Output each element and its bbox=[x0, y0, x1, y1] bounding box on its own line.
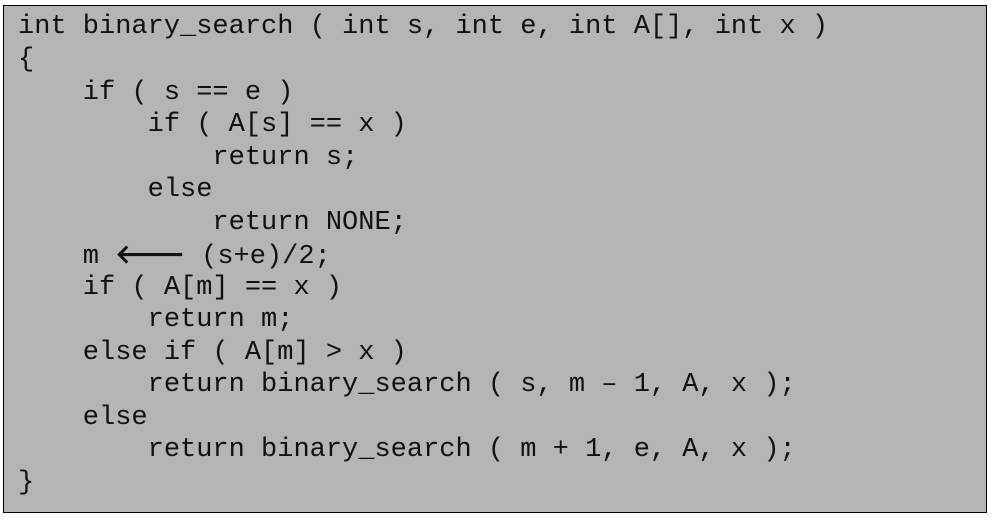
code-line: } bbox=[18, 468, 35, 498]
code-line: { bbox=[18, 45, 35, 75]
code-line: return binary_search ( m + 1, e, A, x ); bbox=[18, 435, 796, 465]
left-arrow-icon: 🡐 bbox=[115, 240, 185, 270]
code-line: return m; bbox=[18, 305, 294, 335]
code-line: else if ( A[m] > x ) bbox=[18, 338, 407, 368]
code-text: m bbox=[18, 242, 116, 272]
code-line: else bbox=[18, 403, 148, 433]
code-line: else bbox=[18, 175, 213, 205]
code-line: if ( A[s] == x ) bbox=[18, 110, 407, 140]
code-line: if ( s == e ) bbox=[18, 78, 294, 108]
code-line: if ( A[m] == x ) bbox=[18, 273, 343, 303]
code-line: int binary_search ( int s, int e, int A[… bbox=[18, 12, 829, 42]
code-listing: int binary_search ( int s, int e, int A[… bbox=[3, 5, 987, 513]
code-line: return NONE; bbox=[18, 208, 407, 238]
code-line: return binary_search ( s, m – 1, A, x ); bbox=[18, 370, 796, 400]
code-line-assignment: m 🡐 (s+e)/2; bbox=[18, 239, 331, 272]
code-text: (s+e)/2; bbox=[184, 242, 331, 272]
code-line: return s; bbox=[18, 143, 359, 173]
